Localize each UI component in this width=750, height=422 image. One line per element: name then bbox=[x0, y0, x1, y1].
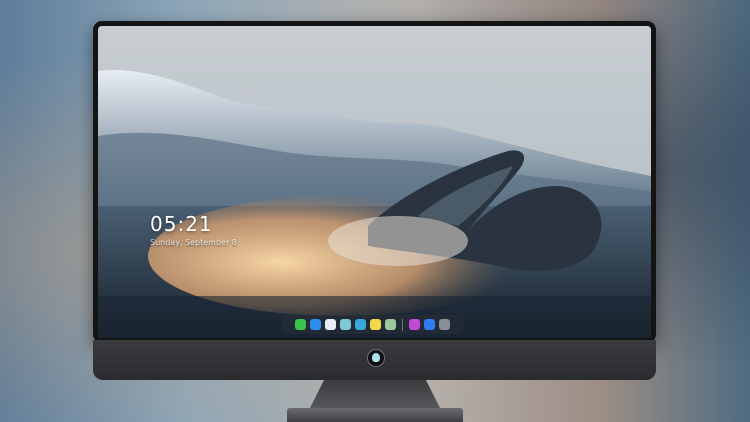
dock bbox=[282, 315, 463, 334]
lock-screen-date: Sunday, September 8 bbox=[150, 238, 237, 247]
brand-logo-icon bbox=[367, 349, 385, 367]
monitor-base bbox=[287, 408, 463, 422]
wallpaper-whale-image bbox=[98, 26, 651, 338]
music-icon[interactable] bbox=[409, 319, 420, 330]
messages-icon[interactable] bbox=[295, 319, 306, 330]
finder-icon[interactable] bbox=[310, 319, 321, 330]
safari-icon[interactable] bbox=[325, 319, 336, 330]
lock-screen-clock: 05:21 bbox=[150, 212, 213, 236]
preview-icon[interactable] bbox=[385, 319, 396, 330]
app-store-icon[interactable] bbox=[424, 319, 435, 330]
dock-separator bbox=[402, 318, 403, 331]
camera-icon[interactable] bbox=[439, 319, 450, 330]
notes-icon[interactable] bbox=[370, 319, 381, 330]
video-icon[interactable] bbox=[355, 319, 366, 330]
photos-icon[interactable] bbox=[340, 319, 351, 330]
monitor-frame: 05:21 Sunday, September 8 bbox=[93, 21, 656, 343]
lock-screen[interactable]: 05:21 Sunday, September 8 bbox=[98, 26, 651, 338]
